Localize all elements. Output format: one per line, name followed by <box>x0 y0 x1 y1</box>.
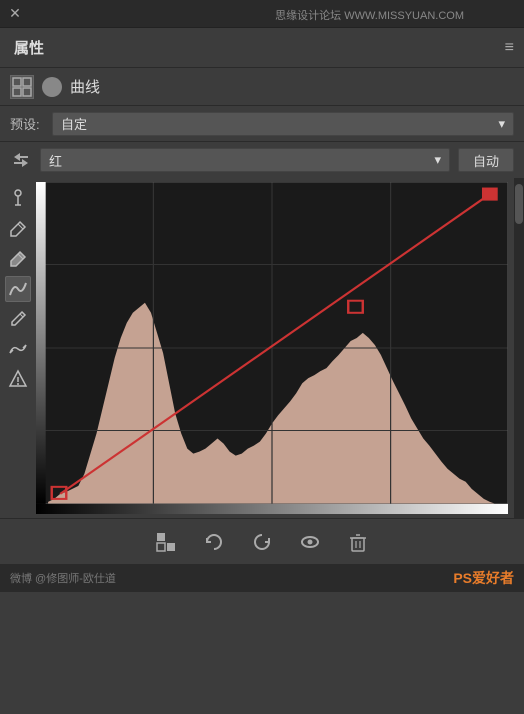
clipping-warning-tool[interactable] <box>5 366 31 392</box>
watermark: 思缘设计论坛 WWW.MISSYUAN.COM <box>275 7 464 23</box>
pencil-draw-tool[interactable] <box>5 306 31 332</box>
curves-label: 曲线 <box>70 76 100 97</box>
left-toolbar <box>0 178 36 518</box>
auto-button[interactable]: 自动 <box>458 148 514 172</box>
footer-watermark-left: 微博 @修图师-欧仕道 <box>10 570 116 586</box>
top-bar: ✕ 思缘设计论坛 WWW.MISSYUAN.COM <box>0 0 524 28</box>
preset-label: 预设: <box>10 114 42 133</box>
panel-title: 属性 <box>14 37 44 58</box>
curves-area[interactable] <box>36 182 508 514</box>
curves-title-row: 曲线 <box>0 68 524 106</box>
preset-row: 预设: 自定 ▾ <box>0 106 524 142</box>
smooth-tool[interactable] <box>5 336 31 362</box>
preset-chevron: ▾ <box>498 116 505 132</box>
adjustment-layer-icon[interactable] <box>10 75 34 99</box>
channel-select[interactable]: 红 ▾ <box>40 148 450 172</box>
black-point-eyedropper[interactable] <box>5 246 31 272</box>
scrollbar[interactable] <box>514 178 524 518</box>
channel-row: 红 ▾ 自动 <box>0 142 524 178</box>
delete-button[interactable] <box>344 528 372 556</box>
refresh1-button[interactable] <box>200 528 228 556</box>
channel-arrow-icon <box>10 149 32 171</box>
close-button[interactable]: ✕ <box>8 7 22 21</box>
footer-bar: 微博 @修图师-欧仕道 PS爱好者 <box>0 564 524 592</box>
footer-watermark-right: PS爱好者 <box>453 568 514 588</box>
preset-value: 自定 <box>61 114 87 133</box>
target-adjust-button[interactable] <box>152 528 180 556</box>
main-area <box>0 178 524 518</box>
white-point-eyedropper[interactable] <box>5 216 31 242</box>
scrollbar-thumb[interactable] <box>515 184 523 224</box>
preset-select[interactable]: 自定 ▾ <box>52 112 514 136</box>
menu-icon[interactable]: ≡ <box>505 39 514 57</box>
visibility-button[interactable] <box>296 528 324 556</box>
layer-mask-icon[interactable] <box>42 77 62 97</box>
bottom-toolbar <box>0 518 524 564</box>
channel-value: 红 <box>49 151 62 170</box>
channel-chevron: ▾ <box>434 152 441 168</box>
panel-header: 属性 ≡ <box>0 28 524 68</box>
curves-canvas[interactable] <box>36 182 508 514</box>
refresh2-button[interactable] <box>248 528 276 556</box>
sample-point-tool[interactable] <box>5 186 31 212</box>
curve-adjustment-tool[interactable] <box>5 276 31 302</box>
